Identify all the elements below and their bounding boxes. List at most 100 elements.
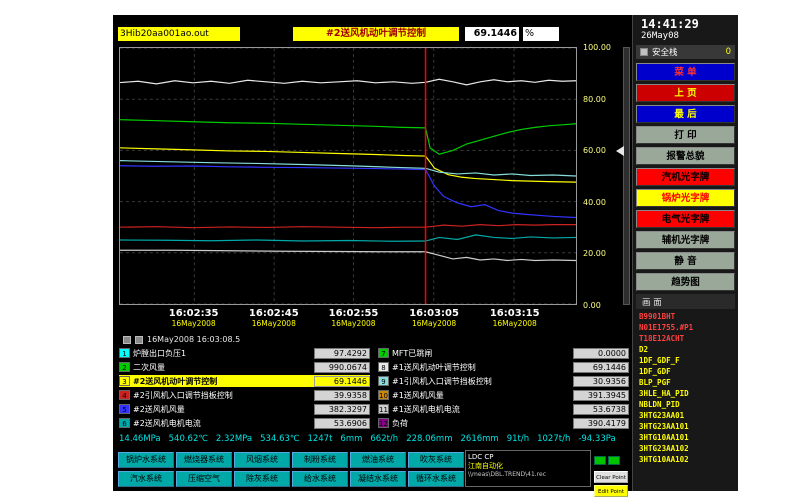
legend-row[interactable]: 11#1送风机电机电流53.6738 [378,403,629,415]
sidebar-button[interactable]: 打 印 [636,126,735,144]
y-tick-label: 0.00 [583,301,601,310]
legend-row[interactable]: 9#1引风机入口调节挡板控制30.9356 [378,375,629,387]
plant-status-bar: 14.46MPa540.62℃2.32MPa534.63℃1247t6mm662… [119,434,629,447]
status-value: -94.33Pa [578,434,615,444]
page-tag-item[interactable]: 3HLE_HA_PID [639,388,738,399]
sidebar-button[interactable]: 最 后 [636,105,735,123]
legend-marker-icon [135,336,143,344]
clock: 14:41:29 [633,15,738,31]
sidebar-button[interactable]: 趋势图 [636,273,735,291]
edit-point-button[interactable]: Edit Point [594,485,628,497]
trend-chart[interactable] [119,47,577,305]
security-stack-row[interactable]: 安全栈 0 [636,45,735,59]
y-axis: 100.0080.0060.0040.0020.000.00 [583,47,621,305]
system-page-button[interactable]: 燃油系统 [350,452,406,468]
security-count: 0 [726,47,731,57]
point-tag-field[interactable]: 3Hib20aa001ao.out [118,27,240,41]
trend-line [120,235,576,241]
pen-color-swatch: 3 [119,376,130,386]
scroll-position-marker-icon[interactable] [616,146,624,156]
system-page-button[interactable]: 凝结水系统 [350,471,406,487]
system-page-button[interactable]: 汽水系统 [118,471,174,487]
page-tag-item[interactable]: NBLDN_PID [639,399,738,410]
cursor-timestamp-row: 16May2008 16:03:08.5 [123,335,240,344]
sidebar-button[interactable]: 汽机光字牌 [636,168,735,186]
pen-value: 30.9356 [573,376,629,387]
cursor-timestamp: 16May2008 16:03:08.5 [147,335,240,344]
sidebar: 14:41:29 26May08 安全栈 0 菜 单上 页最 后打 印报警总貌汽… [632,15,738,491]
pen-value: 390.4179 [573,418,629,429]
system-page-button[interactable]: 燃烧器系统 [176,452,232,468]
pen-value: 69.1446 [314,376,370,387]
page-tag-list: B9901BHTN01E1755.#P1T18E12ACHTD21DF_GDF_… [633,311,738,465]
page-tag-item[interactable]: BLP_PGF [639,377,738,388]
system-page-button[interactable]: 吹灰系统 [408,452,464,468]
x-tick: 16:02:4516May2008 [249,308,299,328]
x-tick-time: 16:02:45 [249,308,299,319]
legend-row[interactable]: 1炉膛出口负压197.4292 [119,347,370,359]
system-page-button[interactable]: 除灰系统 [234,471,290,487]
x-tick: 16:03:0516May2008 [409,308,459,328]
system-page-button[interactable]: 压缩空气 [176,471,232,487]
pen-label: MFT已跳闸 [392,348,573,359]
page-tag-item[interactable]: 3HTG10AA101 [639,432,738,443]
pen-value: 53.6906 [314,418,370,429]
page-tag-item[interactable]: N01E1755.#P1 [639,322,738,333]
legend-row[interactable]: 5#2送风机风量382.3297 [119,403,370,415]
page-tag-item[interactable]: D2 [639,344,738,355]
system-page-button[interactable]: 锅炉水系统 [118,452,174,468]
legend-row[interactable]: 2二次风量990.0674 [119,361,370,373]
system-page-button[interactable]: 风烟系统 [234,452,290,468]
system-page-button[interactable]: 制粉系统 [292,452,348,468]
page-tag-item[interactable]: 3HTG10AA102 [639,454,738,465]
legend-row[interactable]: 8#1送风机动叶调节控制69.1446 [378,361,629,373]
sidebar-button[interactable]: 锅炉光字牌 [636,189,735,207]
status-value: 91t/h [507,434,529,444]
legend-row[interactable]: 4#2引风机入口调节挡板控制39.9358 [119,389,370,401]
trend-title[interactable]: #2送风机动叶调节控制 [293,27,459,41]
pen-label: #2送风机风量 [133,404,314,415]
x-tick: 16:02:5516May2008 [329,308,379,328]
sidebar-button[interactable]: 上 页 [636,84,735,102]
sidebar-button[interactable]: 菜 单 [636,63,735,81]
pen-legend-left-column: 1炉膛出口负压197.4292 2二次风量990.0674 3#2送风机动叶调节控制… [119,347,370,431]
legend-row[interactable]: 3#2送风机动叶调节控制69.1446 [119,375,370,387]
trend-chart-canvas[interactable] [120,48,576,304]
sidebar-button[interactable]: 静 音 [636,252,735,270]
sidebar-button[interactable]: 电气光字牌 [636,210,735,228]
status-value: 14.46MPa [119,434,161,444]
x-tick-time: 16:02:35 [169,308,219,319]
clear-point-button[interactable]: Clear Point [594,471,628,483]
x-tick-time: 16:03:05 [409,308,459,319]
trend-display-window: 3Hib20aa001ao.out #2送风机动叶调节控制 69.1446 % … [113,15,632,491]
status-value: 1027t/h [537,434,570,444]
page-tag-item[interactable]: T18E12ACHT [639,333,738,344]
info-line1: LDC CP [468,453,588,461]
status-value: 662t/h [370,434,398,444]
y-tick-label: 60.00 [583,146,606,155]
page-tag-item[interactable]: 3HTG23AA102 [639,443,738,454]
sidebar-button[interactable]: 辅机光字牌 [636,231,735,249]
page-tag-item[interactable]: 1DF_GDF [639,366,738,377]
legend-row[interactable]: 12负荷390.4179 [378,417,629,429]
page-tag-item[interactable]: 3HTG23AA01 [639,410,738,421]
status-value: 540.62℃ [169,434,208,444]
system-button-row-1: 锅炉水系统燃烧器系统风烟系统制粉系统燃油系统吹灰系统 [118,452,466,468]
sidebar-button[interactable]: 报警总貌 [636,147,735,165]
page-tag-item[interactable]: B9901BHT [639,311,738,322]
page-tag-item[interactable]: 1DF_GDF_F [639,355,738,366]
page-tag-item[interactable]: 3HTG23AA101 [639,421,738,432]
trend-line [120,250,576,260]
legend-row[interactable]: 10#1送风机风量391.3945 [378,389,629,401]
legend-row[interactable]: 7MFT已跳闸0.0000 [378,347,629,359]
chart-scrollbar[interactable] [623,47,630,305]
system-page-button[interactable]: 循环水系统 [408,471,464,487]
system-page-button[interactable]: 给水系统 [292,471,348,487]
status-led-icon [608,456,620,465]
pen-color-swatch: 8 [378,362,389,372]
x-tick-date: 16May2008 [409,319,459,328]
pen-value: 0.0000 [573,348,629,359]
pen-label: 负荷 [392,418,573,429]
legend-row[interactable]: 6#2送风机电机电流53.6906 [119,417,370,429]
pen-value: 39.9358 [314,390,370,401]
